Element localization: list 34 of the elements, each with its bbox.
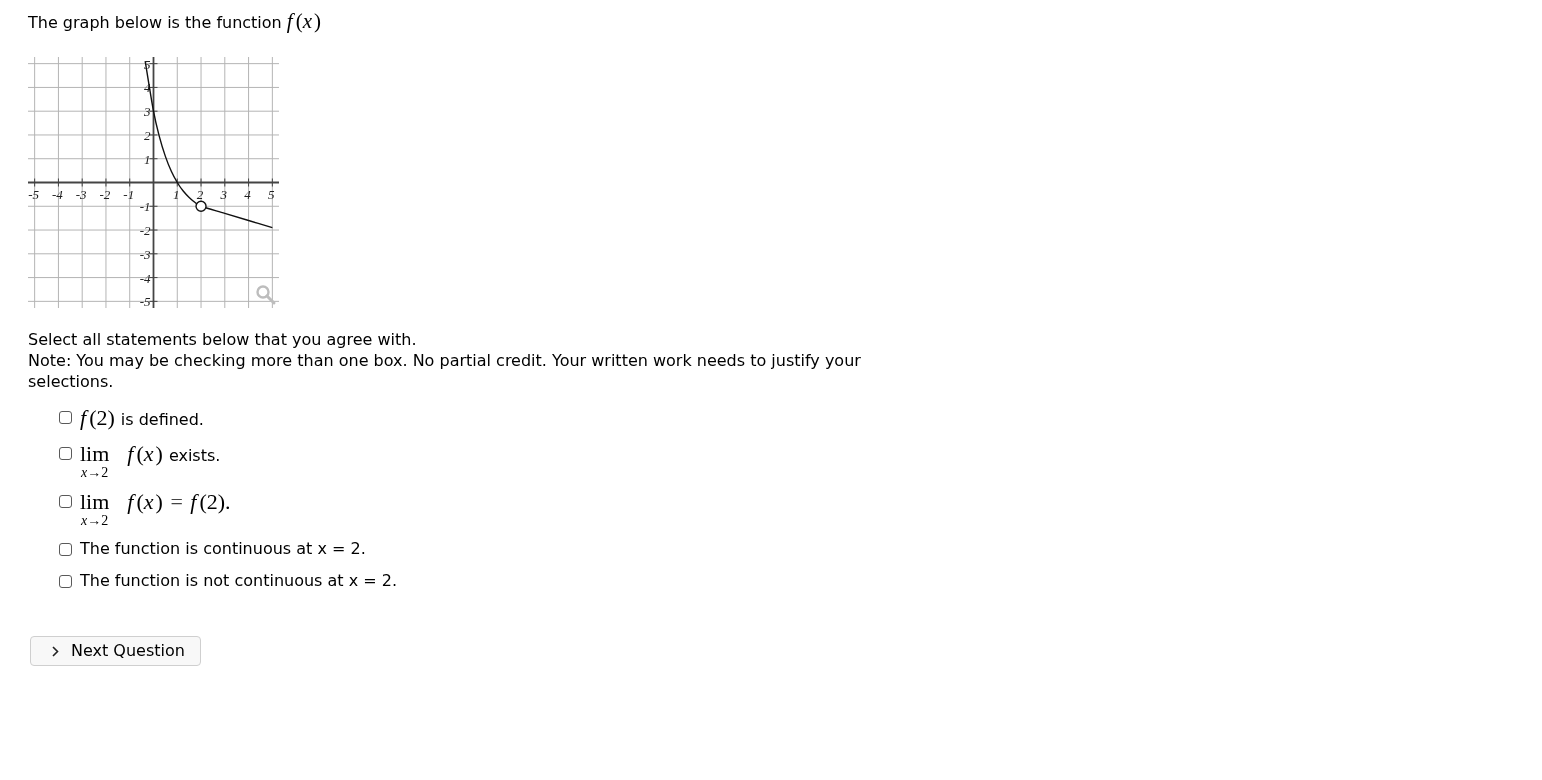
option-label: f(2) is defined. — [80, 406, 204, 432]
open-point-marker — [195, 200, 207, 212]
x-tick-label: 1 — [173, 186, 180, 202]
y-tick-label: 2 — [144, 127, 151, 143]
instruction-text: Note: You may be checking more than one box. No partial credit. Your written work needs to justify your selections. — [28, 350, 862, 392]
checkbox[interactable] — [59, 447, 72, 460]
x-tick-label: -3 — [75, 186, 87, 202]
checkbox[interactable] — [59, 575, 72, 588]
y-tick-label: 1 — [144, 151, 151, 167]
checkbox[interactable] — [59, 411, 72, 424]
x-tick-label: 3 — [220, 186, 228, 202]
y-tick-label: -3 — [139, 246, 151, 262]
x-tick-label: -4 — [52, 186, 63, 202]
checkbox[interactable] — [59, 543, 72, 556]
option-label: lim x→2 f(x) = f(2). — [80, 490, 231, 528]
chevron-right-icon — [52, 645, 59, 657]
intro-text: The graph below is the function f(x) — [28, 9, 322, 35]
y-tick-label: -2 — [139, 223, 151, 239]
option-label: The function is continuous at x = 2. — [80, 538, 366, 560]
y-tick-label: -4 — [139, 270, 151, 286]
y-tick-label: -5 — [139, 294, 151, 308]
y-tick-label: 3 — [144, 104, 151, 120]
x-tick-label: 4 — [244, 186, 251, 202]
x-tick-label: -1 — [123, 186, 135, 202]
x-tick-label: 5 — [268, 186, 275, 202]
y-tick-label: -1 — [139, 199, 151, 215]
instruction-text: Select all statements below that you agree with. — [28, 329, 418, 350]
x-tick-label: 2 — [196, 186, 204, 202]
option-label: lim x→2 f(x) exists. — [80, 442, 221, 480]
next-question-button[interactable]: Next Question — [30, 636, 201, 666]
x-tick-label: -2 — [99, 186, 111, 202]
checkbox[interactable] — [59, 495, 72, 508]
option-label: The function is not continuous at x = 2. — [80, 570, 397, 592]
x-tick-label: -5 — [28, 186, 40, 202]
